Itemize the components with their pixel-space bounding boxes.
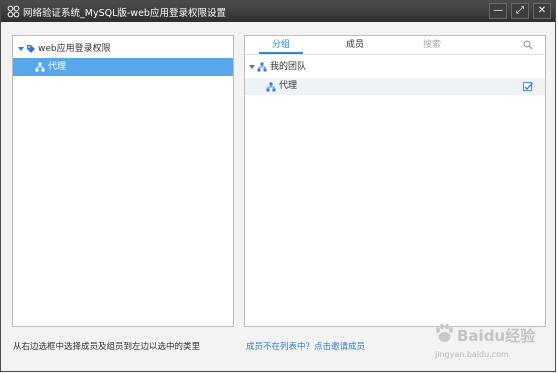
group-icon: [266, 82, 276, 92]
group-icon: [257, 62, 267, 72]
window-title: 网络验证系统_MySQL版-web应用登录权限设置: [23, 8, 226, 19]
watermark-url: jingyan.baidu.com: [435, 350, 509, 359]
tab-search[interactable]: 搜索: [410, 36, 454, 54]
minimize-button[interactable]: —: [489, 3, 507, 19]
tree-item-web-permission[interactable]: web应用登录权限: [13, 40, 233, 58]
tag-icon: [27, 45, 35, 53]
app-icon: [7, 5, 20, 18]
member-select-panel: 分组 成员 搜索 我的团队 代理: [244, 35, 546, 327]
invite-member-link[interactable]: 成员不在列表中？点击邀请成员: [246, 340, 365, 352]
tree-item-my-team[interactable]: 我的团队: [245, 59, 545, 75]
active-tab-indicator: [259, 52, 303, 54]
tree-item-agent[interactable]: 代理: [245, 78, 545, 95]
dialog-window: 网络验证系统_MySQL版-web应用登录权限设置 — ⤢ ✕ web应用登录权…: [0, 0, 556, 372]
expand-caret-icon[interactable]: [18, 47, 24, 51]
minimize-icon: —: [493, 5, 503, 16]
baidu-watermark: Baidu经验 jingyan.baidu.com: [433, 323, 543, 365]
expand-caret-icon[interactable]: [249, 65, 255, 69]
group-icon: [35, 62, 45, 72]
tab-bar: 分组 成员 搜索: [245, 36, 545, 55]
tree-label: 我的团队: [270, 62, 307, 72]
tree-item-agent[interactable]: 代理: [13, 58, 233, 76]
search-icon[interactable]: [523, 40, 533, 50]
tree-label: 代理: [48, 62, 67, 72]
paw-logo-icon: [436, 323, 453, 342]
permission-tree-panel: web应用登录权限 代理: [12, 35, 234, 327]
tab-member[interactable]: 成员: [333, 36, 377, 54]
maximize-button[interactable]: ⤢: [511, 3, 529, 19]
tree-label: 代理: [279, 81, 298, 91]
tree-label: web应用登录权限: [38, 44, 111, 54]
watermark-brand: Baidu经验: [457, 327, 536, 345]
title-bar[interactable]: 网络验证系统_MySQL版-web应用登录权限设置 — ⤢ ✕: [1, 1, 555, 22]
left-hint-text: 从右边选框中选择成员及组员到左边以选中的类里: [13, 342, 201, 352]
checkbox-checked-icon[interactable]: [523, 82, 533, 92]
close-button[interactable]: ✕: [533, 3, 551, 19]
maximize-icon: ⤢: [516, 5, 524, 16]
close-icon: ✕: [537, 5, 547, 16]
